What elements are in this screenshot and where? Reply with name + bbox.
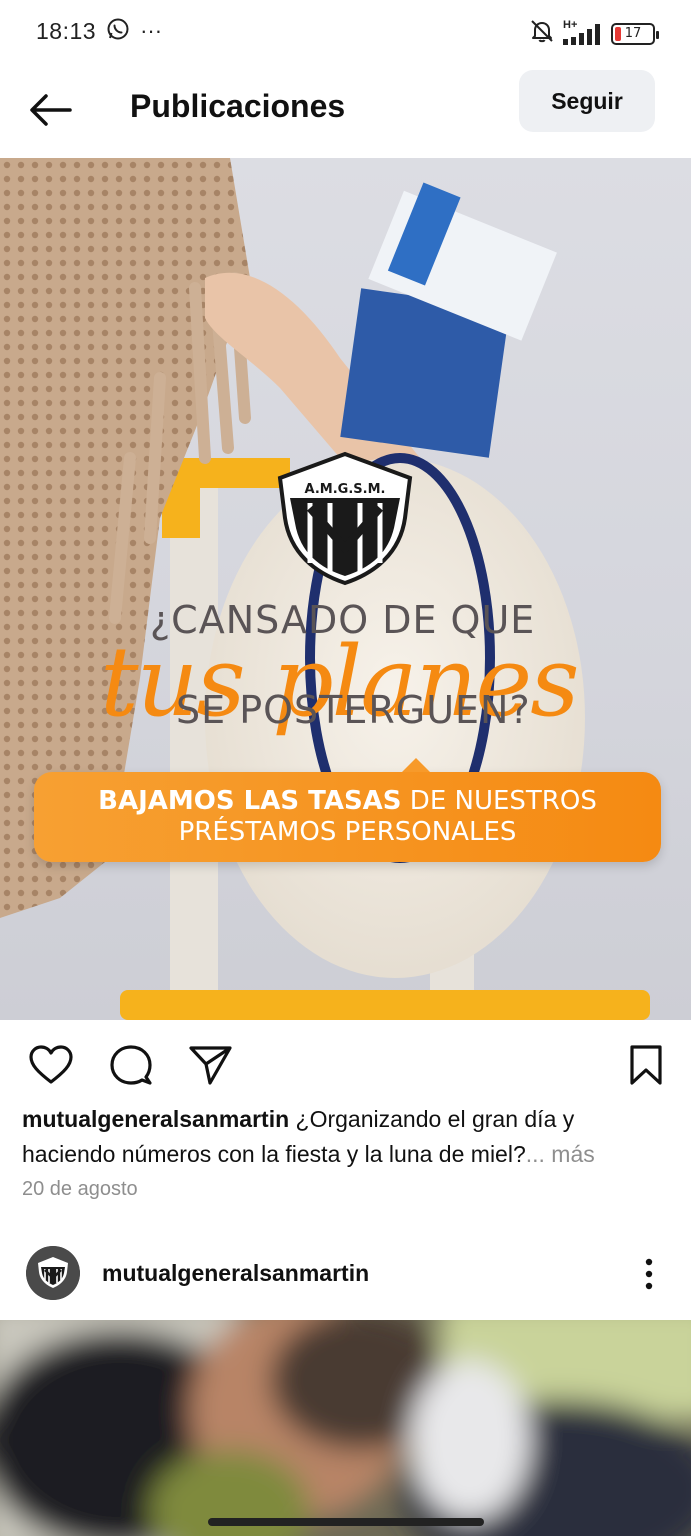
post-photo-illustration: A.M.G.S.M. (0, 158, 650, 1020)
promo-banner-row1: BAJAMOS LAS TASAS DE NUESTROS (98, 786, 597, 817)
whatsapp-icon (106, 17, 130, 46)
battery-icon: 17 (611, 22, 659, 45)
muted-bell-icon (529, 18, 555, 49)
more-dots-icon: ··· (140, 18, 163, 43)
next-post-photo (0, 1320, 691, 1536)
battery-level: 17 (624, 26, 642, 41)
share-button[interactable] (188, 1044, 234, 1086)
avatar[interactable] (26, 1246, 80, 1300)
next-post-header: mutualgeneralsanmartin (0, 1232, 691, 1318)
battery-fill (615, 26, 621, 41)
kebab-menu-icon (645, 1258, 653, 1290)
post-date: 20 de agosto (22, 1178, 138, 1200)
follow-button[interactable]: Seguir (519, 70, 655, 132)
post-caption: mutualgeneralsanmartin ¿Organizando el g… (22, 1102, 662, 1172)
post-actions (0, 1020, 691, 1106)
status-time: 18:13 (36, 17, 97, 44)
heart-icon (29, 1045, 73, 1084)
home-indicator[interactable] (208, 1518, 484, 1526)
post-options-button[interactable] (635, 1254, 663, 1294)
post-image[interactable]: A.M.G.S.M. ¿CANSADO DE QUE tus planes SE… (0, 158, 691, 1020)
save-button[interactable] (626, 1044, 666, 1086)
promo-banner-row2: PRÉSTAMOS PERSONALES (178, 817, 517, 847)
like-button[interactable] (28, 1044, 74, 1086)
status-right: H+ 17 (529, 18, 659, 49)
promo-headline-line3: SE POSTERGUEN? (176, 688, 531, 732)
comment-button[interactable] (108, 1044, 154, 1086)
promo-banner-rest: DE NUESTROS (401, 785, 597, 816)
status-bar: 18:13 ··· H+ 17 (0, 0, 691, 62)
back-arrow-icon (30, 94, 72, 126)
signal-icon: H+ (563, 18, 603, 47)
status-left: 18:13 ··· (36, 17, 162, 46)
next-post-username[interactable]: mutualgeneralsanmartin (102, 1260, 369, 1287)
logo-text: A.M.G.S.M. (305, 482, 386, 497)
next-post-image[interactable] (0, 1320, 691, 1536)
promo-banner-bold: BAJAMOS LAS TASAS (98, 785, 402, 816)
app-header: Publicaciones Seguir (0, 62, 691, 158)
caption-username[interactable]: mutualgeneralsanmartin (22, 1106, 289, 1132)
page-title: Publicaciones (130, 88, 346, 124)
caption-more-link[interactable]: ... más (526, 1141, 595, 1167)
avatar-logo-icon (26, 1246, 80, 1300)
network-type-label: H+ (563, 18, 578, 31)
back-button[interactable] (28, 90, 74, 130)
share-icon (189, 1046, 232, 1085)
comment-icon (110, 1045, 152, 1085)
bookmark-icon (630, 1045, 662, 1085)
promo-banner: BAJAMOS LAS TASAS DE NUESTROS PRÉSTAMOS … (34, 758, 661, 862)
